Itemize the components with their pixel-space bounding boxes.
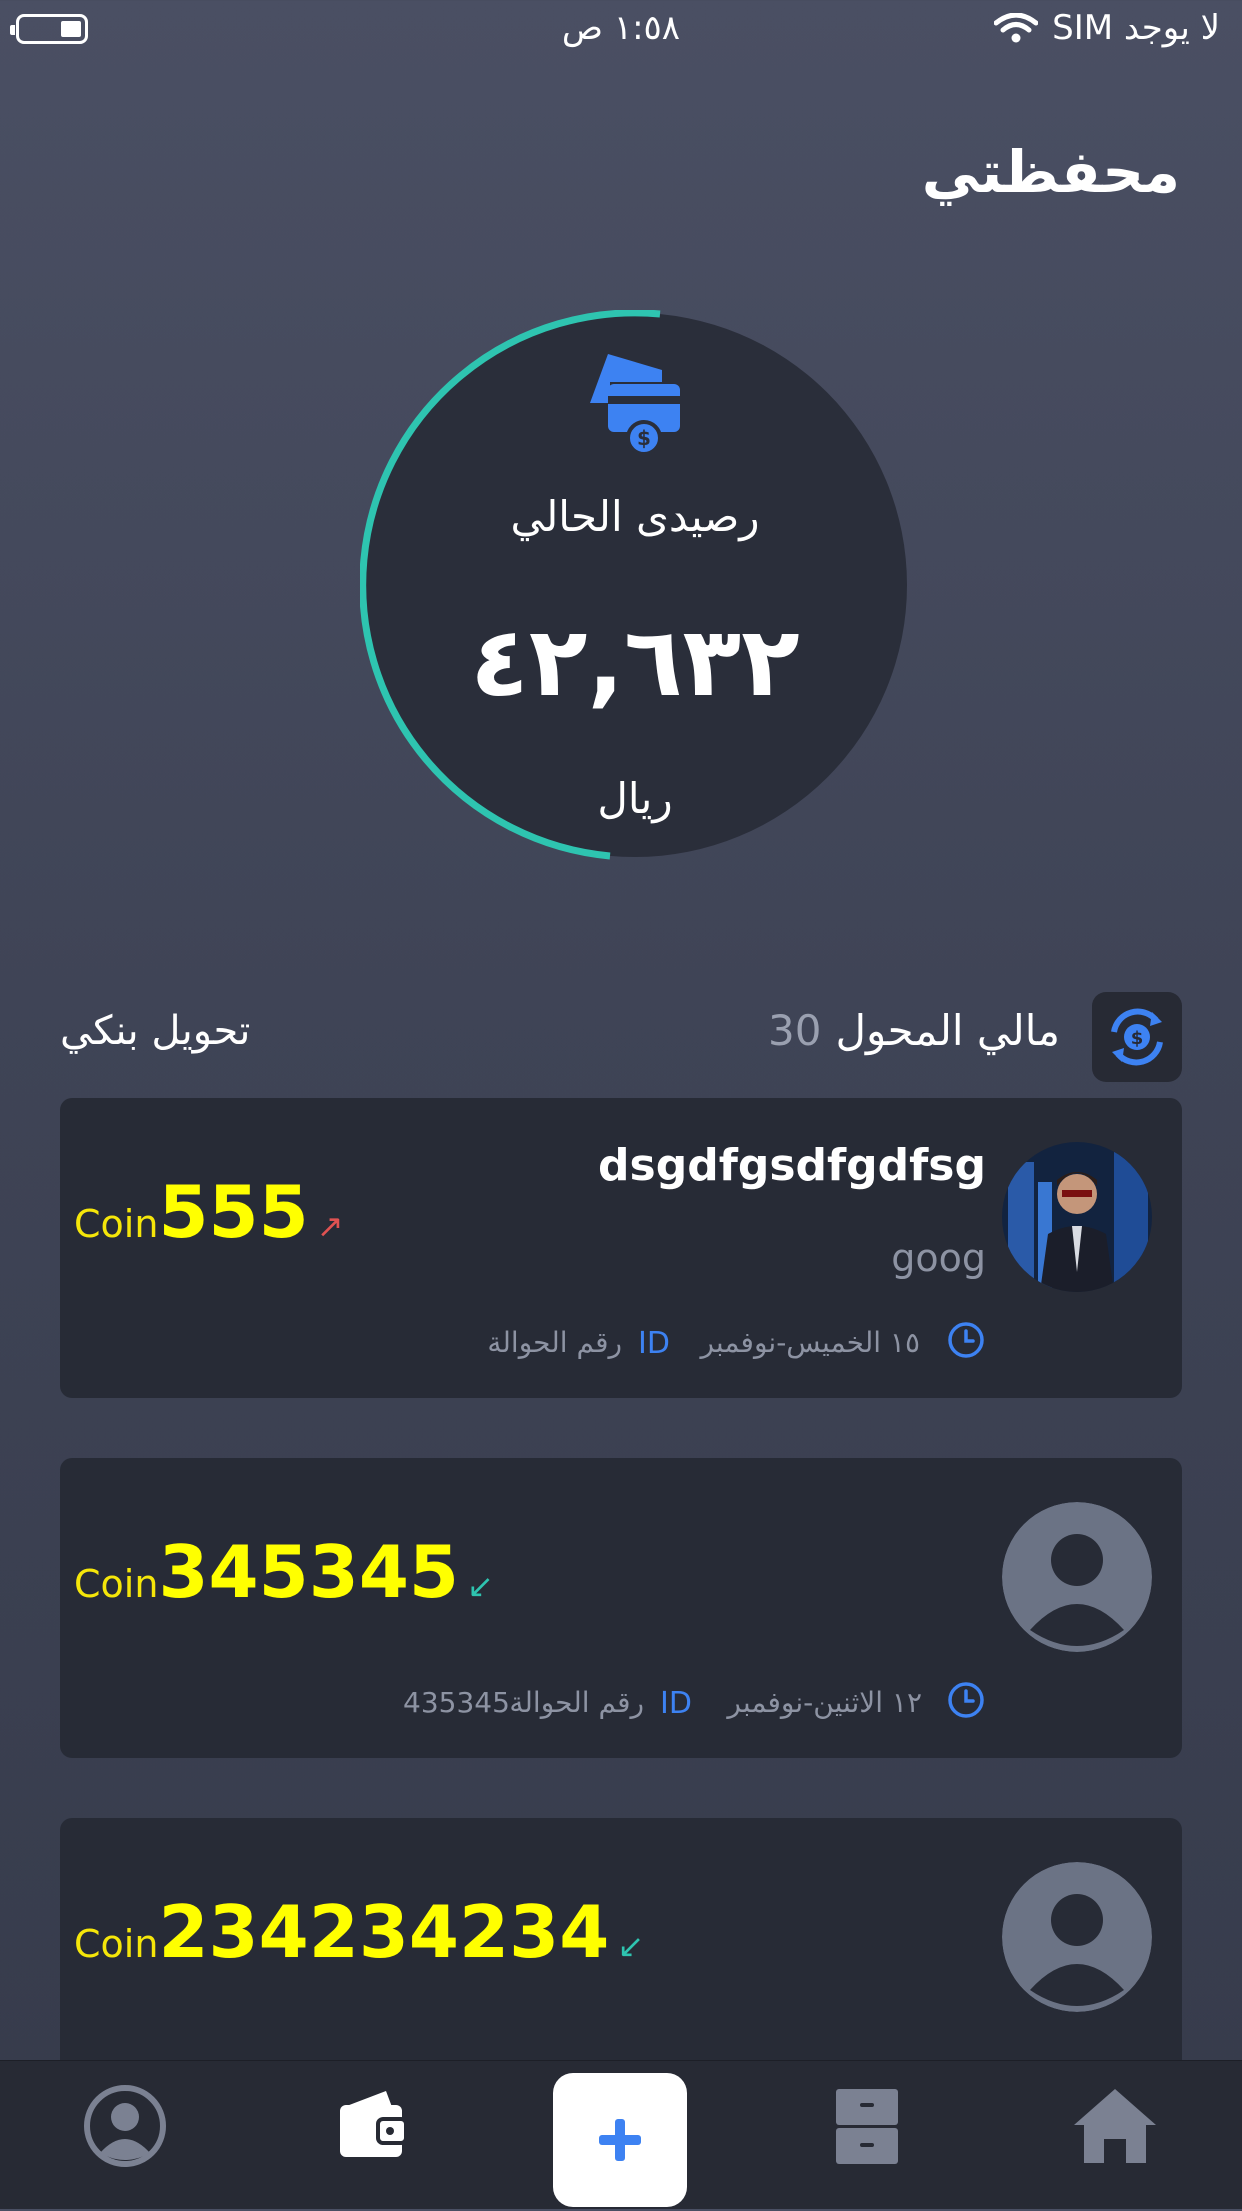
user-placeholder-icon bbox=[1002, 1502, 1152, 1652]
incoming-arrow-icon: ↙ bbox=[617, 1927, 645, 1965]
nav-archive[interactable] bbox=[822, 2081, 912, 2171]
transfer-amount: Coin 234234234 ↙ bbox=[74, 1890, 644, 1974]
transfer-amount: Coin 345345 ↙ bbox=[74, 1530, 494, 1614]
carrier-info: لا يوجد SIM bbox=[994, 8, 1220, 48]
avatar-placeholder bbox=[1002, 1502, 1152, 1652]
transfer-card[interactable]: dsgdfgsdfgdfsg goog Coin 555 ↗ ١٥ الخميس… bbox=[60, 1098, 1182, 1398]
transfer-amount: Coin 555 ↗ bbox=[74, 1170, 344, 1254]
coin-label: Coin bbox=[74, 1202, 159, 1246]
ref-label: رقم الحوالة bbox=[487, 1326, 622, 1359]
coin-label: Coin bbox=[74, 1922, 159, 1966]
user-placeholder-icon bbox=[1002, 1862, 1152, 2012]
ref-number: 435345 bbox=[403, 1686, 510, 1719]
add-button[interactable] bbox=[553, 2073, 687, 2207]
transferred-money-title: مالي المحول 30 bbox=[768, 1006, 1060, 1055]
balance-currency: ريال bbox=[597, 774, 673, 823]
wallet-icon bbox=[340, 2091, 408, 2157]
avatar-photo bbox=[1002, 1142, 1152, 1292]
svg-text:$: $ bbox=[637, 426, 651, 450]
carrier-label: لا يوجد SIM bbox=[1052, 8, 1220, 48]
svg-text:$: $ bbox=[1131, 1028, 1144, 1049]
clock-icon bbox=[948, 1322, 984, 1358]
add-icon bbox=[599, 2119, 641, 2161]
bank-transfer-link[interactable]: تحويل بنكي bbox=[60, 1008, 250, 1054]
transfer-date: ١٢ الاثنين-نوفمبر bbox=[727, 1686, 922, 1719]
section-title-label: مالي المحول bbox=[835, 1006, 1060, 1055]
recipient-name: dsgdfgsdfgdfsg bbox=[598, 1140, 986, 1191]
amount-value: 555 bbox=[158, 1170, 309, 1254]
nav-wallet[interactable] bbox=[328, 2081, 418, 2171]
archive-icon bbox=[836, 2089, 898, 2164]
profile-icon bbox=[84, 2085, 166, 2167]
wallet-card-icon: $ bbox=[590, 354, 680, 456]
amount-value: 234234234 bbox=[158, 1890, 610, 1974]
recipient-subtitle: goog bbox=[891, 1236, 986, 1280]
bottom-navigation bbox=[0, 2060, 1242, 2209]
page-title: محفظتي bbox=[921, 138, 1180, 206]
balance-label: رصيدى الحالي bbox=[510, 492, 760, 541]
avatar-placeholder bbox=[1002, 1862, 1152, 2012]
id-label: ID bbox=[638, 1326, 670, 1361]
coin-label: Coin bbox=[74, 1562, 159, 1606]
transfer-button[interactable]: $ bbox=[1092, 992, 1182, 1082]
transfer-card[interactable]: Coin 345345 ↙ ١٢ الاثنين-نوفمبر ID رقم ا… bbox=[60, 1458, 1182, 1758]
incoming-arrow-icon: ↙ bbox=[467, 1567, 494, 1605]
outgoing-arrow-icon: ↗ bbox=[316, 1207, 344, 1245]
transfer-count: 30 bbox=[768, 1006, 822, 1055]
clock-icon bbox=[948, 1682, 984, 1718]
wifi-icon bbox=[994, 13, 1039, 43]
nav-home[interactable] bbox=[1070, 2081, 1160, 2171]
status-bar: ١:٥٨ ص لا يوجد SIM bbox=[0, 0, 1242, 60]
avatar bbox=[1002, 1142, 1152, 1292]
balance-value: ٤٢,٦٣٢ bbox=[470, 606, 800, 718]
id-label: ID bbox=[660, 1686, 692, 1721]
currency-exchange-icon: $ bbox=[1111, 1008, 1163, 1066]
transfer-date: ١٥ الخميس-نوفمبر bbox=[700, 1326, 920, 1359]
home-icon bbox=[1074, 2089, 1156, 2163]
ref-label: رقم الحوالة bbox=[509, 1686, 644, 1719]
amount-value: 345345 bbox=[158, 1530, 460, 1614]
nav-profile[interactable] bbox=[80, 2081, 170, 2171]
